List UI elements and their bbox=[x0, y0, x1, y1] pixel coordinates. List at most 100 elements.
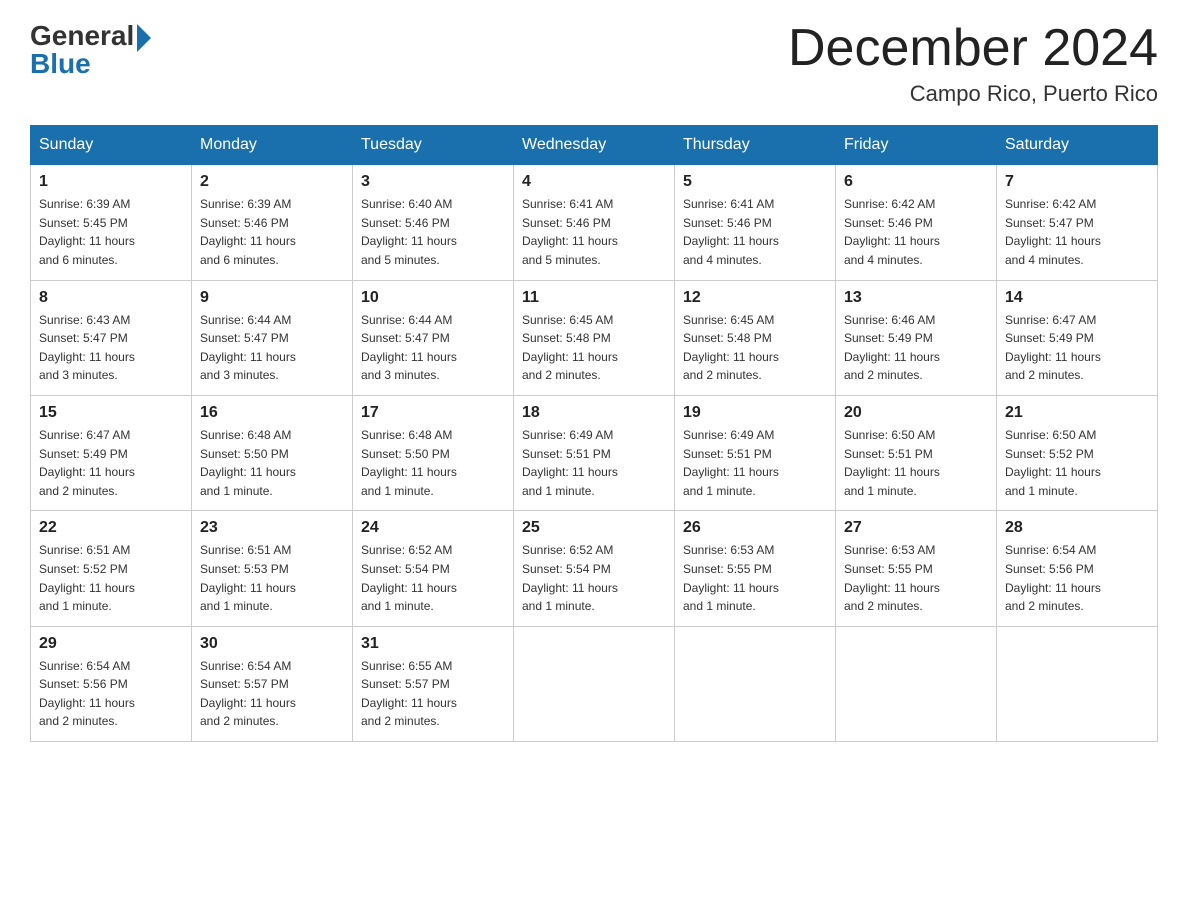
calendar-cell: 31Sunrise: 6:55 AM Sunset: 5:57 PM Dayli… bbox=[353, 626, 514, 741]
header-cell-thursday: Thursday bbox=[675, 126, 836, 165]
calendar-cell: 1 Sunrise: 6:39 AM Sunset: 5:45 PM Daylig… bbox=[31, 165, 192, 280]
page-header: General Blue December 2024 Campo Rico, P… bbox=[30, 20, 1158, 107]
calendar-cell: 7 Sunrise: 6:42 AM Sunset: 5:47 PM Daylig… bbox=[997, 165, 1158, 280]
header-cell-saturday: Saturday bbox=[997, 126, 1158, 165]
month-title: December 2024 bbox=[788, 20, 1158, 77]
calendar-cell: 19 Sunrise: 6:49 AM Sunset: 5:51 PM Dayli… bbox=[675, 395, 836, 510]
day-info: Sunrise: 6:50 AM Sunset: 5:52 PM Dayligh… bbox=[1005, 426, 1149, 500]
day-number: 7 bbox=[1005, 173, 1149, 191]
day-number: 12 bbox=[683, 289, 827, 307]
week-row-4: 22Sunrise: 6:51 AM Sunset: 5:52 PM Dayli… bbox=[31, 511, 1158, 626]
day-number: 4 bbox=[522, 173, 666, 191]
header-cell-monday: Monday bbox=[192, 126, 353, 165]
day-info: Sunrise: 6:41 AM Sunset: 5:46 PM Dayligh… bbox=[522, 195, 666, 269]
header-cell-wednesday: Wednesday bbox=[514, 126, 675, 165]
day-number: 15 bbox=[39, 404, 183, 422]
day-info: Sunrise: 6:54 AM Sunset: 5:56 PM Dayligh… bbox=[39, 657, 183, 731]
calendar-cell: 3Sunrise: 6:40 AM Sunset: 5:46 PM Daylig… bbox=[353, 165, 514, 280]
day-info: Sunrise: 6:54 AM Sunset: 5:56 PM Dayligh… bbox=[1005, 541, 1149, 615]
day-info: Sunrise: 6:52 AM Sunset: 5:54 PM Dayligh… bbox=[361, 541, 505, 615]
day-info: Sunrise: 6:47 AM Sunset: 5:49 PM Dayligh… bbox=[39, 426, 183, 500]
title-block: December 2024 Campo Rico, Puerto Rico bbox=[788, 20, 1158, 107]
day-number: 17 bbox=[361, 404, 505, 422]
day-info: Sunrise: 6:39 AM Sunset: 5:45 PM Dayligh… bbox=[39, 195, 183, 269]
calendar-cell: 5 Sunrise: 6:41 AM Sunset: 5:46 PM Daylig… bbox=[675, 165, 836, 280]
day-number: 8 bbox=[39, 289, 183, 307]
calendar-cell: 17 Sunrise: 6:48 AM Sunset: 5:50 PM Dayli… bbox=[353, 395, 514, 510]
day-number: 3 bbox=[361, 173, 505, 191]
day-number: 11 bbox=[522, 289, 666, 307]
day-info: Sunrise: 6:48 AM Sunset: 5:50 PM Dayligh… bbox=[361, 426, 505, 500]
location-subtitle: Campo Rico, Puerto Rico bbox=[788, 81, 1158, 107]
calendar-cell: 9Sunrise: 6:44 AM Sunset: 5:47 PM Daylig… bbox=[192, 280, 353, 395]
calendar-cell: 27 Sunrise: 6:53 AM Sunset: 5:55 PM Dayli… bbox=[836, 511, 997, 626]
calendar-cell: 22Sunrise: 6:51 AM Sunset: 5:52 PM Dayli… bbox=[31, 511, 192, 626]
day-number: 1 bbox=[39, 173, 183, 191]
calendar-cell: 20 Sunrise: 6:50 AM Sunset: 5:51 PM Dayli… bbox=[836, 395, 997, 510]
day-number: 20 bbox=[844, 404, 988, 422]
day-number: 23 bbox=[200, 519, 344, 537]
day-info: Sunrise: 6:41 AM Sunset: 5:46 PM Dayligh… bbox=[683, 195, 827, 269]
calendar-cell: 16Sunrise: 6:48 AM Sunset: 5:50 PM Dayli… bbox=[192, 395, 353, 510]
header-cell-tuesday: Tuesday bbox=[353, 126, 514, 165]
day-number: 21 bbox=[1005, 404, 1149, 422]
day-info: Sunrise: 6:53 AM Sunset: 5:55 PM Dayligh… bbox=[844, 541, 988, 615]
day-number: 29 bbox=[39, 635, 183, 653]
calendar-cell: 25 Sunrise: 6:52 AM Sunset: 5:54 PM Dayli… bbox=[514, 511, 675, 626]
day-info: Sunrise: 6:44 AM Sunset: 5:47 PM Dayligh… bbox=[361, 311, 505, 385]
header-cell-friday: Friday bbox=[836, 126, 997, 165]
calendar-cell: 15 Sunrise: 6:47 AM Sunset: 5:49 PM Dayli… bbox=[31, 395, 192, 510]
calendar-cell bbox=[997, 626, 1158, 741]
logo: General Blue bbox=[30, 20, 151, 80]
calendar-cell: 13 Sunrise: 6:46 AM Sunset: 5:49 PM Dayli… bbox=[836, 280, 997, 395]
calendar-cell: 2 Sunrise: 6:39 AM Sunset: 5:46 PM Daylig… bbox=[192, 165, 353, 280]
calendar-cell: 11Sunrise: 6:45 AM Sunset: 5:48 PM Dayli… bbox=[514, 280, 675, 395]
day-number: 9 bbox=[200, 289, 344, 307]
day-info: Sunrise: 6:51 AM Sunset: 5:53 PM Dayligh… bbox=[200, 541, 344, 615]
day-info: Sunrise: 6:52 AM Sunset: 5:54 PM Dayligh… bbox=[522, 541, 666, 615]
calendar-cell: 10Sunrise: 6:44 AM Sunset: 5:47 PM Dayli… bbox=[353, 280, 514, 395]
day-number: 13 bbox=[844, 289, 988, 307]
calendar-cell: 12 Sunrise: 6:45 AM Sunset: 5:48 PM Dayli… bbox=[675, 280, 836, 395]
day-info: Sunrise: 6:54 AM Sunset: 5:57 PM Dayligh… bbox=[200, 657, 344, 731]
day-info: Sunrise: 6:49 AM Sunset: 5:51 PM Dayligh… bbox=[683, 426, 827, 500]
day-number: 18 bbox=[522, 404, 666, 422]
day-info: Sunrise: 6:42 AM Sunset: 5:46 PM Dayligh… bbox=[844, 195, 988, 269]
header-row: SundayMondayTuesdayWednesdayThursdayFrid… bbox=[31, 126, 1158, 165]
day-info: Sunrise: 6:42 AM Sunset: 5:47 PM Dayligh… bbox=[1005, 195, 1149, 269]
day-number: 2 bbox=[200, 173, 344, 191]
calendar-cell: 4 Sunrise: 6:41 AM Sunset: 5:46 PM Daylig… bbox=[514, 165, 675, 280]
day-number: 25 bbox=[522, 519, 666, 537]
calendar-cell: 6Sunrise: 6:42 AM Sunset: 5:46 PM Daylig… bbox=[836, 165, 997, 280]
day-number: 19 bbox=[683, 404, 827, 422]
day-info: Sunrise: 6:45 AM Sunset: 5:48 PM Dayligh… bbox=[683, 311, 827, 385]
day-info: Sunrise: 6:49 AM Sunset: 5:51 PM Dayligh… bbox=[522, 426, 666, 500]
calendar-header: SundayMondayTuesdayWednesdayThursdayFrid… bbox=[31, 126, 1158, 165]
day-info: Sunrise: 6:46 AM Sunset: 5:49 PM Dayligh… bbox=[844, 311, 988, 385]
day-number: 28 bbox=[1005, 519, 1149, 537]
calendar-cell: 30 Sunrise: 6:54 AM Sunset: 5:57 PM Dayli… bbox=[192, 626, 353, 741]
day-info: Sunrise: 6:48 AM Sunset: 5:50 PM Dayligh… bbox=[200, 426, 344, 500]
logo-blue-text: Blue bbox=[30, 48, 91, 80]
calendar-cell: 21 Sunrise: 6:50 AM Sunset: 5:52 PM Dayli… bbox=[997, 395, 1158, 510]
calendar-cell: 24 Sunrise: 6:52 AM Sunset: 5:54 PM Dayli… bbox=[353, 511, 514, 626]
day-info: Sunrise: 6:39 AM Sunset: 5:46 PM Dayligh… bbox=[200, 195, 344, 269]
day-info: Sunrise: 6:55 AM Sunset: 5:57 PM Dayligh… bbox=[361, 657, 505, 731]
day-info: Sunrise: 6:43 AM Sunset: 5:47 PM Dayligh… bbox=[39, 311, 183, 385]
day-number: 5 bbox=[683, 173, 827, 191]
week-row-2: 8 Sunrise: 6:43 AM Sunset: 5:47 PM Daylig… bbox=[31, 280, 1158, 395]
day-number: 27 bbox=[844, 519, 988, 537]
day-number: 22 bbox=[39, 519, 183, 537]
calendar-body: 1 Sunrise: 6:39 AM Sunset: 5:45 PM Daylig… bbox=[31, 165, 1158, 742]
week-row-1: 1 Sunrise: 6:39 AM Sunset: 5:45 PM Daylig… bbox=[31, 165, 1158, 280]
calendar-cell: 26Sunrise: 6:53 AM Sunset: 5:55 PM Dayli… bbox=[675, 511, 836, 626]
day-info: Sunrise: 6:50 AM Sunset: 5:51 PM Dayligh… bbox=[844, 426, 988, 500]
day-number: 24 bbox=[361, 519, 505, 537]
day-number: 30 bbox=[200, 635, 344, 653]
week-row-5: 29 Sunrise: 6:54 AM Sunset: 5:56 PM Dayli… bbox=[31, 626, 1158, 741]
calendar-table: SundayMondayTuesdayWednesdayThursdayFrid… bbox=[30, 125, 1158, 742]
week-row-3: 15 Sunrise: 6:47 AM Sunset: 5:49 PM Dayli… bbox=[31, 395, 1158, 510]
calendar-cell bbox=[836, 626, 997, 741]
calendar-cell bbox=[675, 626, 836, 741]
day-number: 26 bbox=[683, 519, 827, 537]
